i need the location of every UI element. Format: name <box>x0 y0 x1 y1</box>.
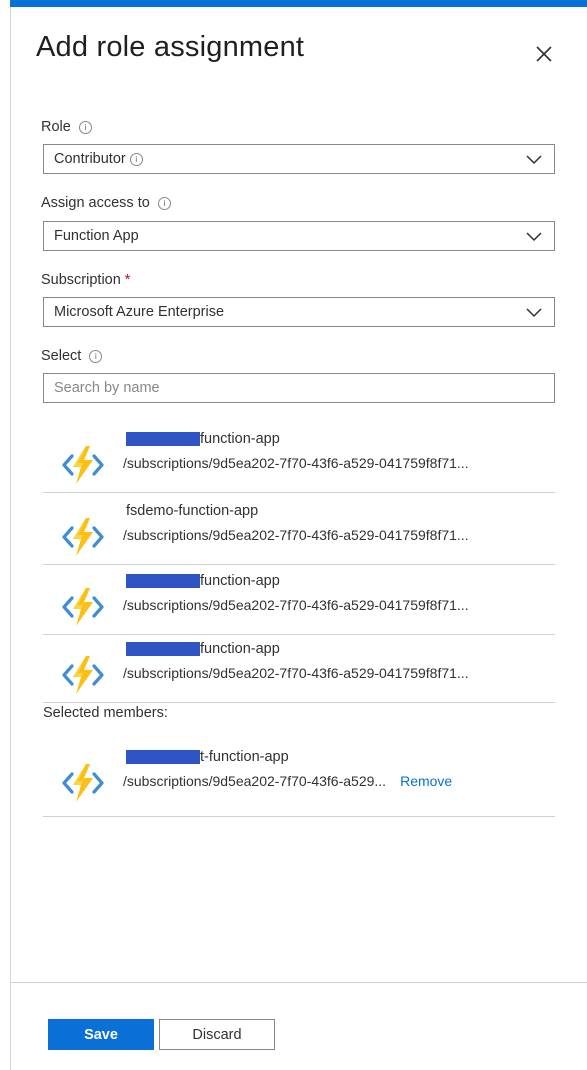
assign-access-dropdown[interactable]: Function App <box>43 221 555 251</box>
item-name: function-app <box>200 573 280 589</box>
item-name-row: function-app <box>126 641 280 657</box>
add-role-assignment-panel: Add role assignment Role i Contributor i… <box>11 7 587 1070</box>
redacted-mask <box>126 432 200 446</box>
info-icon[interactable]: i <box>78 120 92 134</box>
subscription-label: Subscription <box>41 272 121 288</box>
function-app-icon <box>62 764 104 802</box>
select-label-row: Select i <box>41 348 103 364</box>
search-input[interactable] <box>43 373 555 403</box>
assign-access-label-row: Assign access to i <box>41 195 171 211</box>
chevron-down-icon <box>526 308 542 318</box>
function-app-icon <box>62 446 104 484</box>
footer-divider <box>11 982 587 983</box>
close-icon[interactable] <box>533 43 555 65</box>
info-icon[interactable]: i <box>89 349 103 363</box>
item-path: /subscriptions/9d5ea202-7f70-43f6-a529..… <box>123 773 387 789</box>
subscription-label-row: Subscription * <box>41 272 130 288</box>
info-icon[interactable]: i <box>129 152 143 166</box>
save-button[interactable]: Save <box>48 1019 154 1050</box>
subscription-dropdown[interactable]: Microsoft Azure Enterprise <box>43 297 555 327</box>
item-name: fsdemo-function-app <box>126 503 259 519</box>
select-label: Select <box>41 348 82 364</box>
assign-access-value: Function App <box>54 228 139 244</box>
item-name-row: fsdemo-function-app <box>126 503 258 519</box>
selected-members-label: Selected members: <box>43 705 168 721</box>
panel-top-accent <box>10 0 587 7</box>
remove-link[interactable]: Remove <box>400 773 452 789</box>
subscription-value: Microsoft Azure Enterprise <box>54 304 225 320</box>
item-name-row: function-app <box>126 573 280 589</box>
selected-member-item: t-function-app/subscriptions/9d5ea202-7f… <box>43 747 555 817</box>
list-item[interactable]: function-app/subscriptions/9d5ea202-7f70… <box>43 571 555 635</box>
list-item[interactable]: fsdemo-function-app/subscriptions/9d5ea2… <box>43 501 555 565</box>
list-item[interactable]: function-app/subscriptions/9d5ea202-7f70… <box>43 639 555 703</box>
function-app-icon <box>62 518 104 556</box>
discard-button[interactable]: Discard <box>159 1019 275 1050</box>
function-app-icon <box>62 656 104 694</box>
item-path-row: /subscriptions/9d5ea202-7f70-43f6-a529..… <box>123 773 452 789</box>
item-name: t-function-app <box>200 749 289 765</box>
list-item[interactable]: function-app/subscriptions/9d5ea202-7f70… <box>43 429 555 493</box>
role-label: Role <box>41 119 71 135</box>
role-dropdown[interactable]: Contributor i <box>43 144 555 174</box>
item-path: /subscriptions/9d5ea202-7f70-43f6-a529-0… <box>123 527 469 543</box>
info-icon[interactable]: i <box>157 196 171 210</box>
assign-access-label: Assign access to <box>41 195 150 211</box>
item-name-row: t-function-app <box>126 749 289 765</box>
chevron-down-icon <box>526 232 542 242</box>
page-title: Add role assignment <box>36 31 305 63</box>
item-name: function-app <box>200 641 280 657</box>
required-mark: * <box>124 272 131 288</box>
item-path: /subscriptions/9d5ea202-7f70-43f6-a529-0… <box>123 597 469 613</box>
role-label-row: Role i <box>41 119 92 135</box>
redacted-mask <box>126 574 200 588</box>
item-path: /subscriptions/9d5ea202-7f70-43f6-a529-0… <box>123 455 469 471</box>
item-path: /subscriptions/9d5ea202-7f70-43f6-a529-0… <box>123 665 469 681</box>
item-name-row: function-app <box>126 431 280 447</box>
role-value: Contributor <box>54 151 126 167</box>
item-name: function-app <box>200 431 280 447</box>
function-app-icon <box>62 588 104 626</box>
redacted-mask <box>126 750 200 764</box>
chevron-down-icon <box>526 155 542 165</box>
redacted-mask <box>126 642 200 656</box>
